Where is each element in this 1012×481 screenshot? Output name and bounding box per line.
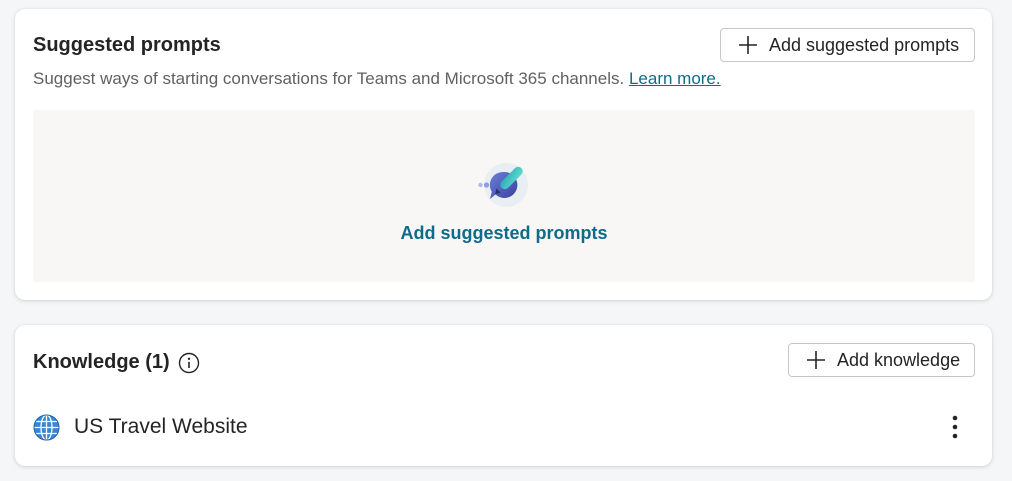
suggested-prompts-title: Suggested prompts <box>33 34 221 56</box>
add-knowledge-label: Add knowledge <box>837 349 961 370</box>
more-vertical-icon[interactable] <box>949 413 961 441</box>
empty-state-add-prompts-link[interactable]: Add suggested prompts <box>33 223 975 244</box>
suggested-prompts-empty-state: Add suggested prompts <box>33 110 975 282</box>
add-knowledge-button[interactable]: Add knowledge <box>788 343 975 377</box>
plus-icon <box>739 36 757 54</box>
plus-icon <box>807 351 825 369</box>
description-text: Suggest ways of starting conversations f… <box>33 69 625 88</box>
knowledge-card: Knowledge (1) Add knowledge US Travel We… <box>15 325 992 466</box>
info-icon[interactable] <box>178 352 200 374</box>
knowledge-header: Knowledge (1) <box>33 351 200 374</box>
knowledge-title: Knowledge (1) <box>33 351 170 373</box>
suggested-prompts-card: Suggested prompts Add suggested prompts … <box>15 9 992 300</box>
globe-icon <box>33 413 60 441</box>
learn-more-link[interactable]: Learn more. <box>629 69 721 88</box>
suggested-prompts-description: Suggest ways of starting conversations f… <box>33 69 721 89</box>
prompt-illustration-icon <box>478 163 528 207</box>
knowledge-item-name: US Travel Website <box>74 415 248 438</box>
knowledge-item[interactable]: US Travel Website <box>33 411 975 443</box>
add-suggested-prompts-label: Add suggested prompts <box>769 34 960 55</box>
add-suggested-prompts-button[interactable]: Add suggested prompts <box>720 28 975 62</box>
